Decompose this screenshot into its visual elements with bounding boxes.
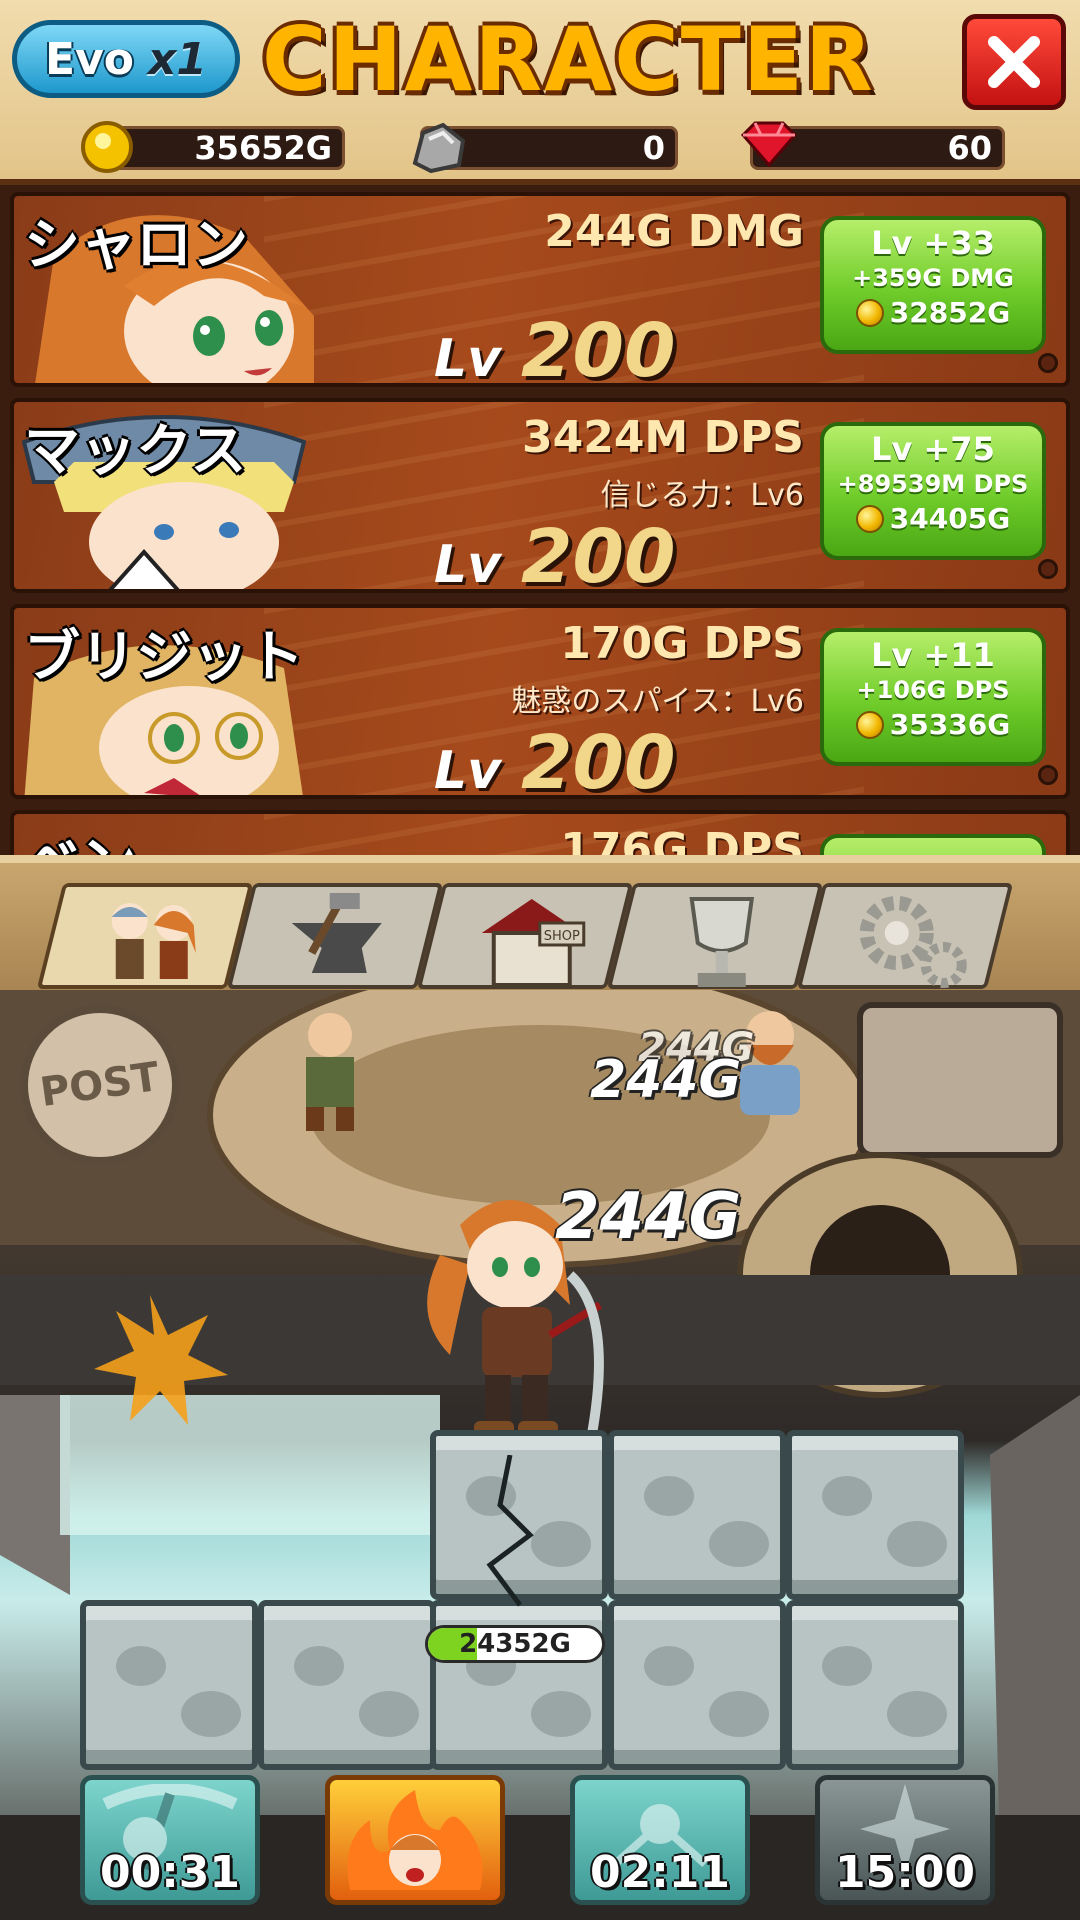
level-label: Lv	[434, 329, 502, 387]
skill-button-pickaxe[interactable]: 00:31	[80, 1775, 260, 1905]
trophy-icon	[662, 893, 782, 997]
character-skill: 魅惑のスパイス：Lv6	[511, 684, 804, 719]
skill-timer: 15:00	[834, 1847, 976, 1898]
gold-coin-icon	[855, 710, 884, 739]
level-value: 200	[521, 514, 676, 593]
close-button[interactable]	[962, 14, 1066, 110]
character-panel: Evo x1 CHARACTER 35652G 0 60 シャロン 244G D…	[0, 0, 1080, 855]
evo-button[interactable]: Evo x1	[12, 20, 240, 98]
stone-counter: 0	[412, 122, 678, 174]
level-label: Lv	[434, 535, 502, 593]
evo-label: Evo	[45, 33, 134, 85]
level-up-cost: 34405G	[889, 502, 1011, 535]
post-label: POST	[37, 1053, 163, 1117]
level-up-gain: +89539M DPS	[837, 470, 1029, 498]
shop-icon: SHOP	[472, 893, 592, 997]
gem-amount: 60	[947, 129, 992, 167]
page-title: CHARACTER	[262, 8, 875, 111]
block-hp-value: 24352G	[459, 1629, 571, 1659]
row-indicator-dot	[1038, 559, 1058, 579]
character-level: Lv 200	[434, 514, 676, 593]
skill-timer: 02:11	[589, 1847, 731, 1898]
character-name: シャロン	[24, 213, 248, 278]
level-up-cost: 35336G	[889, 708, 1011, 741]
gold-coin-icon	[855, 298, 884, 327]
stone-block[interactable]	[258, 1600, 436, 1770]
character-level: Lv 200	[434, 308, 676, 387]
level-up-button[interactable]: Lv +75 +89539M DPS 34405G	[820, 422, 1046, 560]
menu-tab-bar: SHOP	[0, 855, 1080, 990]
level-label: Lv	[434, 741, 502, 799]
gold-coin-icon	[855, 504, 884, 533]
stone-block[interactable]	[608, 1430, 786, 1600]
tab-settings[interactable]	[796, 883, 1014, 989]
level-value: 200	[521, 720, 676, 799]
level-up-button[interactable]: Lv +33 +359G DMG 32852G	[820, 216, 1046, 354]
stone-block[interactable]	[80, 1600, 258, 1770]
gem-counter: 60	[740, 121, 1005, 170]
character-stat: 176G DPS	[560, 824, 804, 855]
stone-amount: 0	[642, 129, 665, 167]
gears-icon	[852, 893, 972, 997]
tab-characters[interactable]	[36, 883, 254, 989]
stone-block[interactable]	[786, 1430, 964, 1600]
character-level: Lv 200	[434, 720, 676, 799]
character-skill: 信じる力：Lv6	[600, 478, 804, 513]
character-row-ben: ベン 176G DPS	[10, 810, 1070, 855]
character-row-max: マックス 3424M DPS 信じる力：Lv6 Lv 200 Lv +75 +89…	[10, 398, 1070, 593]
gold-counter: 35652G	[81, 121, 345, 173]
panel-header: Evo x1 CHARACTER 35652G 0 60	[0, 0, 1080, 185]
characters-icon	[92, 893, 212, 997]
stone-block[interactable]	[786, 1600, 964, 1770]
evo-multiplier: x1	[147, 33, 207, 85]
row-indicator-dot	[1038, 353, 1058, 373]
level-up-gain: +359G DMG	[852, 264, 1014, 292]
character-name: ブリジット	[24, 625, 304, 690]
close-icon	[988, 36, 1040, 88]
miner-helper	[306, 1013, 354, 1131]
block-hp-bar: 24352G	[425, 1625, 605, 1663]
character-stat: 3424M DPS	[521, 412, 804, 463]
level-value: 200	[521, 308, 676, 387]
damage-number: 244G	[590, 1050, 742, 1110]
mining-scene[interactable]: POST SHOP 244G 244G 244G 24352G 00:31 02…	[0, 855, 1080, 1920]
skill-button-sparkle[interactable]: 15:00	[815, 1775, 995, 1905]
level-up-amount: Lv +33	[871, 224, 995, 262]
gold-coin-icon	[79, 119, 135, 183]
skill-button-fire-rage[interactable]	[325, 1775, 505, 1905]
tab-smith[interactable]	[226, 883, 444, 989]
stone-icon	[409, 119, 469, 183]
level-up-button[interactable]	[820, 834, 1046, 855]
level-up-amount: Lv +11	[871, 636, 995, 674]
tab-trophy[interactable]	[606, 883, 824, 989]
block-crack	[486, 1455, 534, 1607]
character-row-bridget: ブリジット 170G DPS 魅惑のスパイス：Lv6 Lv 200 Lv +11 …	[10, 604, 1070, 799]
fire-rage-skill-icon	[347, 1790, 483, 1890]
character-stat: 244G DMG	[544, 206, 804, 257]
shop-sign: SHOP	[544, 929, 580, 944]
level-up-cost: 32852G	[889, 296, 1011, 329]
tab-shop[interactable]: SHOP	[416, 883, 634, 989]
skill-button-drill[interactable]: 02:11	[570, 1775, 750, 1905]
character-stat: 170G DPS	[560, 618, 804, 669]
ruby-gem-icon	[739, 119, 799, 177]
level-up-amount: Lv +75	[871, 430, 995, 468]
anvil-icon	[282, 893, 402, 997]
character-name: マックス	[24, 419, 247, 484]
post-box[interactable]: POST	[20, 1005, 180, 1165]
gold-amount: 35652G	[194, 129, 332, 167]
character-name: ベン	[24, 818, 136, 855]
row-indicator-dot	[1038, 765, 1058, 785]
stone-block[interactable]	[608, 1600, 786, 1770]
level-up-button[interactable]: Lv +11 +106G DPS 35336G	[820, 628, 1046, 766]
damage-number: 244G	[555, 1180, 742, 1254]
character-row-sharon: シャロン 244G DMG Lv 200 Lv +33 +359G DMG 328…	[10, 192, 1070, 387]
skill-timer: 00:31	[99, 1847, 241, 1898]
level-up-gain: +106G DPS	[856, 676, 1010, 704]
